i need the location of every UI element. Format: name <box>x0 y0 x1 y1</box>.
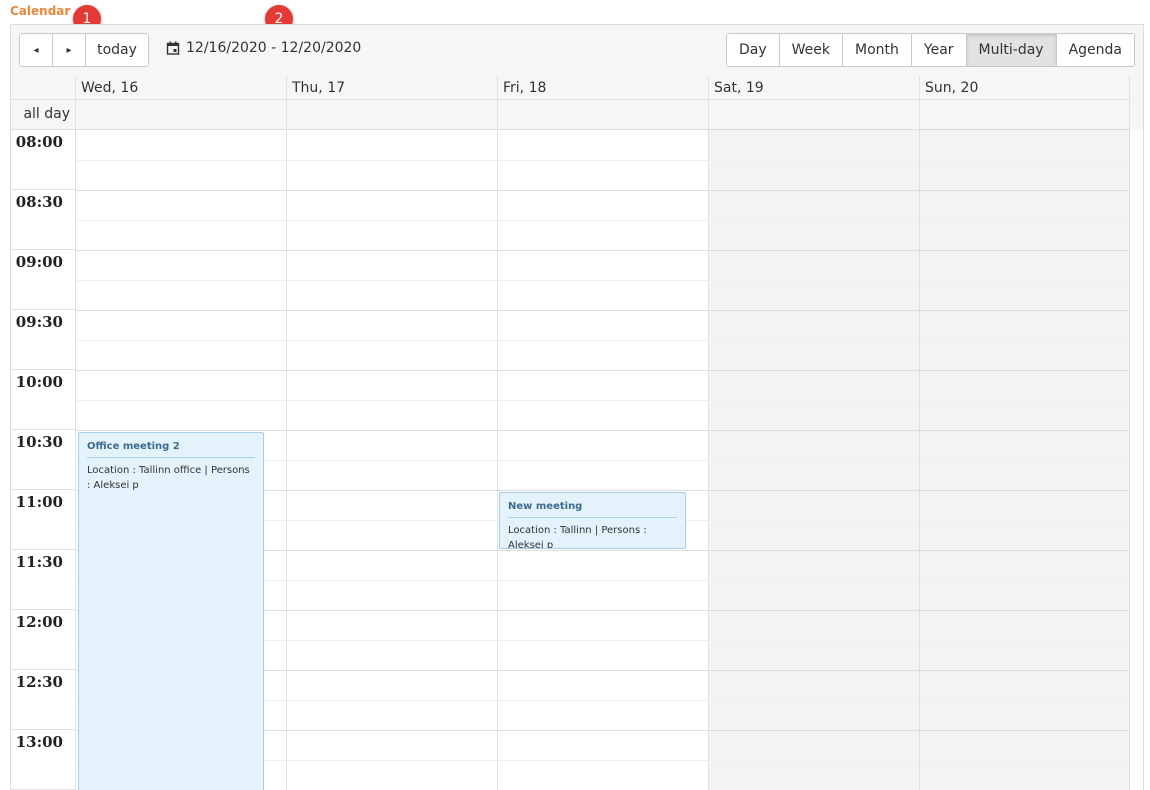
time-label: 11:00 <box>11 490 75 550</box>
caret-left-icon: ◂ <box>33 44 39 56</box>
next-button[interactable]: ▸ <box>53 34 86 66</box>
all-day-cell-sun[interactable] <box>919 100 1129 130</box>
event-description: Location : Tallinn | Persons : Aleksei p <box>508 525 647 549</box>
day-header-fri[interactable]: Fri, 18 <box>497 76 708 100</box>
all-day-cell-thu[interactable] <box>286 100 497 130</box>
calendar-toolbar: ◂ ▸ today 12/16/2020 - 12/20/2020 Day We… <box>11 25 1143 77</box>
all-day-label: all day <box>11 100 75 130</box>
day-header-sun[interactable]: Sun, 20 <box>919 76 1129 100</box>
vertical-scrollbar[interactable] <box>1129 130 1143 790</box>
view-agenda-button[interactable]: Agenda <box>1056 34 1134 66</box>
grid-line <box>75 220 1129 221</box>
grid-line <box>75 250 1129 251</box>
time-label: 09:00 <box>11 250 75 310</box>
time-label: 12:00 <box>11 610 75 670</box>
date-range-picker[interactable]: 12/16/2020 - 12/20/2020 <box>166 40 361 56</box>
section-title: Calendar <box>10 4 71 18</box>
grid-line <box>75 160 1129 161</box>
day-header-thu[interactable]: Thu, 17 <box>286 76 497 100</box>
grid-line <box>75 280 1129 281</box>
event-new-meeting[interactable]: New meeting Location : Tallinn | Persons… <box>499 492 686 549</box>
view-switcher: Day Week Month Year Multi-day Agenda <box>726 33 1135 67</box>
time-label: 10:30 <box>11 430 75 490</box>
time-label: 13:00 <box>11 730 75 790</box>
view-year-button[interactable]: Year <box>911 34 967 66</box>
all-day-cell-fri[interactable] <box>497 100 708 130</box>
calendar: ◂ ▸ today 12/16/2020 - 12/20/2020 Day We… <box>10 24 1144 790</box>
day-header-sat[interactable]: Sat, 19 <box>708 76 919 100</box>
grid-line <box>75 430 1129 431</box>
today-button[interactable]: today <box>86 34 148 66</box>
header-scroll-gutter <box>1129 76 1143 130</box>
calendar-icon <box>166 41 180 55</box>
date-range-label: 12/16/2020 - 12/20/2020 <box>186 40 362 56</box>
time-label: 11:30 <box>11 550 75 610</box>
event-description: Location : Tallinn office | Persons : Al… <box>87 465 250 491</box>
all-day-cell-wed[interactable] <box>75 100 286 130</box>
event-office-meeting-2[interactable]: Office meeting 2 Location : Tallinn offi… <box>78 432 264 790</box>
time-label: 08:00 <box>11 130 75 190</box>
view-month-button[interactable]: Month <box>843 34 912 66</box>
view-multi-day-button[interactable]: Multi-day <box>966 34 1057 66</box>
navigation-group: ◂ ▸ today <box>19 33 149 67</box>
time-label: 08:30 <box>11 190 75 250</box>
time-label: 12:30 <box>11 670 75 730</box>
grid-line <box>75 190 1129 191</box>
view-week-button[interactable]: Week <box>779 34 844 66</box>
time-label: 10:00 <box>11 370 75 430</box>
prev-button[interactable]: ◂ <box>20 34 53 66</box>
time-label: 09:30 <box>11 310 75 370</box>
all-day-cell-sat[interactable] <box>708 100 919 130</box>
day-header-wed[interactable]: Wed, 16 <box>75 76 286 100</box>
view-day-button[interactable]: Day <box>727 34 780 66</box>
grid-line <box>75 370 1129 371</box>
header-gutter <box>11 76 75 100</box>
grid-line <box>75 400 1129 401</box>
caret-right-icon: ▸ <box>66 44 72 56</box>
time-grid: 08:00 08:30 09:00 09:30 10:00 10:30 11:0… <box>11 130 1129 790</box>
event-title: Office meeting 2 <box>87 441 255 458</box>
grid-line <box>75 340 1129 341</box>
grid-line <box>75 310 1129 311</box>
event-title: New meeting <box>508 501 677 518</box>
